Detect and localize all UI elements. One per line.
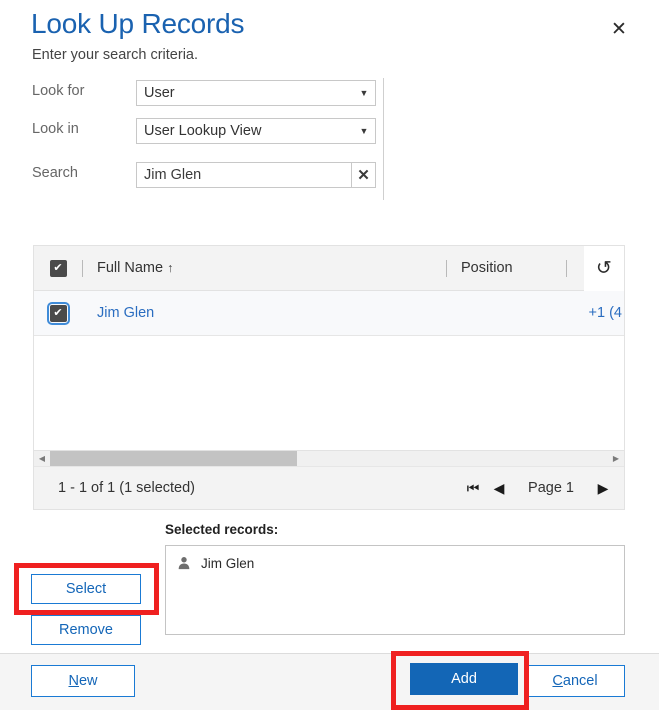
cell-phone-partial[interactable]: +1 (4 — [566, 305, 624, 321]
select-button[interactable]: Select — [31, 574, 141, 604]
column-divider — [566, 259, 567, 277]
clear-search-icon[interactable]: ✕ — [351, 163, 375, 187]
close-icon[interactable]: ✕ — [607, 17, 631, 41]
column-header-full-name[interactable]: Full Name ↑ — [82, 259, 446, 277]
new-button[interactable]: New — [31, 665, 135, 697]
remove-button[interactable]: Remove — [31, 615, 141, 645]
cell-full-name[interactable]: Jim Glen — [82, 305, 446, 321]
search-input[interactable]: Jim Glen ✕ — [136, 162, 376, 188]
sort-ascending-icon: ↑ — [167, 261, 174, 275]
record-count-text: 1 - 1 of 1 (1 selected) — [58, 480, 196, 496]
select-all-checkbox-cell[interactable]: ✔ — [34, 259, 82, 277]
grid-empty-area — [34, 336, 624, 449]
table-row[interactable]: ✔ Jim Glen +1 (4 — [34, 291, 624, 336]
row-checkbox[interactable]: ✔ — [46, 301, 70, 325]
page-title: Look Up Records — [31, 8, 245, 39]
person-icon — [176, 555, 192, 571]
previous-page-button[interactable]: ◀ — [486, 473, 512, 503]
pager-navigation: ⏮ ◀ Page 1 ▶ — [460, 473, 624, 503]
chevron-down-icon[interactable]: ▼ — [353, 81, 375, 105]
column-header-position[interactable]: Position — [446, 259, 566, 277]
scrollbar-thumb[interactable] — [50, 450, 297, 467]
selected-records-list[interactable]: Jim Glen — [165, 545, 625, 635]
look-in-value: User Lookup View — [144, 123, 262, 139]
page-number-label: Page 1 — [528, 480, 574, 496]
scroll-right-icon[interactable]: ▶ — [608, 451, 624, 467]
lookup-records-dialog: Look Up Records Enter your search criter… — [0, 0, 659, 710]
look-for-dropdown[interactable]: User ▼ — [136, 80, 376, 106]
new-button-accesskey: N — [68, 673, 79, 689]
row-checkbox-cell[interactable]: ✔ — [34, 301, 82, 325]
add-button[interactable]: Add — [410, 663, 518, 695]
refresh-icon: ↻ — [596, 257, 612, 279]
column-header-partial[interactable]: ↻ — [566, 246, 624, 291]
grid-header-row: ✔ Full Name ↑ Position ↻ — [34, 246, 624, 291]
first-page-button[interactable]: ⏮ — [460, 473, 486, 503]
criteria-divider — [383, 78, 384, 200]
look-for-value: User — [144, 85, 175, 101]
next-page-button[interactable]: ▶ — [590, 473, 616, 503]
cancel-button-label: ancel — [562, 673, 598, 689]
look-in-label: Look in — [32, 121, 79, 137]
select-all-checkbox[interactable]: ✔ — [49, 259, 67, 277]
chevron-down-icon[interactable]: ▼ — [353, 119, 375, 143]
refresh-button[interactable]: ↻ — [584, 246, 624, 291]
column-header-full-name-label: Full Name — [97, 260, 164, 276]
search-label: Search — [32, 165, 78, 181]
scrollbar-track[interactable] — [50, 450, 608, 467]
column-header-position-label: Position — [461, 260, 513, 276]
scroll-left-icon[interactable]: ◀ — [34, 451, 50, 467]
results-grid: ✔ Full Name ↑ Position ↻ ✔ Jim Glen +1 (… — [33, 245, 625, 510]
look-for-label: Look for — [32, 83, 85, 99]
new-button-label: ew — [78, 673, 98, 689]
cancel-button[interactable]: Cancel — [525, 665, 625, 697]
cancel-button-accesskey: C — [552, 673, 563, 689]
look-in-dropdown[interactable]: User Lookup View ▼ — [136, 118, 376, 144]
selected-records-label: Selected records: — [165, 522, 279, 537]
list-item[interactable]: Jim Glen — [166, 553, 624, 573]
grid-pager: 1 - 1 of 1 (1 selected) ⏮ ◀ Page 1 ▶ — [34, 466, 624, 509]
list-item-label: Jim Glen — [201, 555, 255, 571]
horizontal-scrollbar[interactable]: ◀ ▶ — [34, 450, 624, 467]
search-input-value: Jim Glen — [144, 167, 202, 183]
dialog-subtitle: Enter your search criteria. — [32, 47, 199, 63]
